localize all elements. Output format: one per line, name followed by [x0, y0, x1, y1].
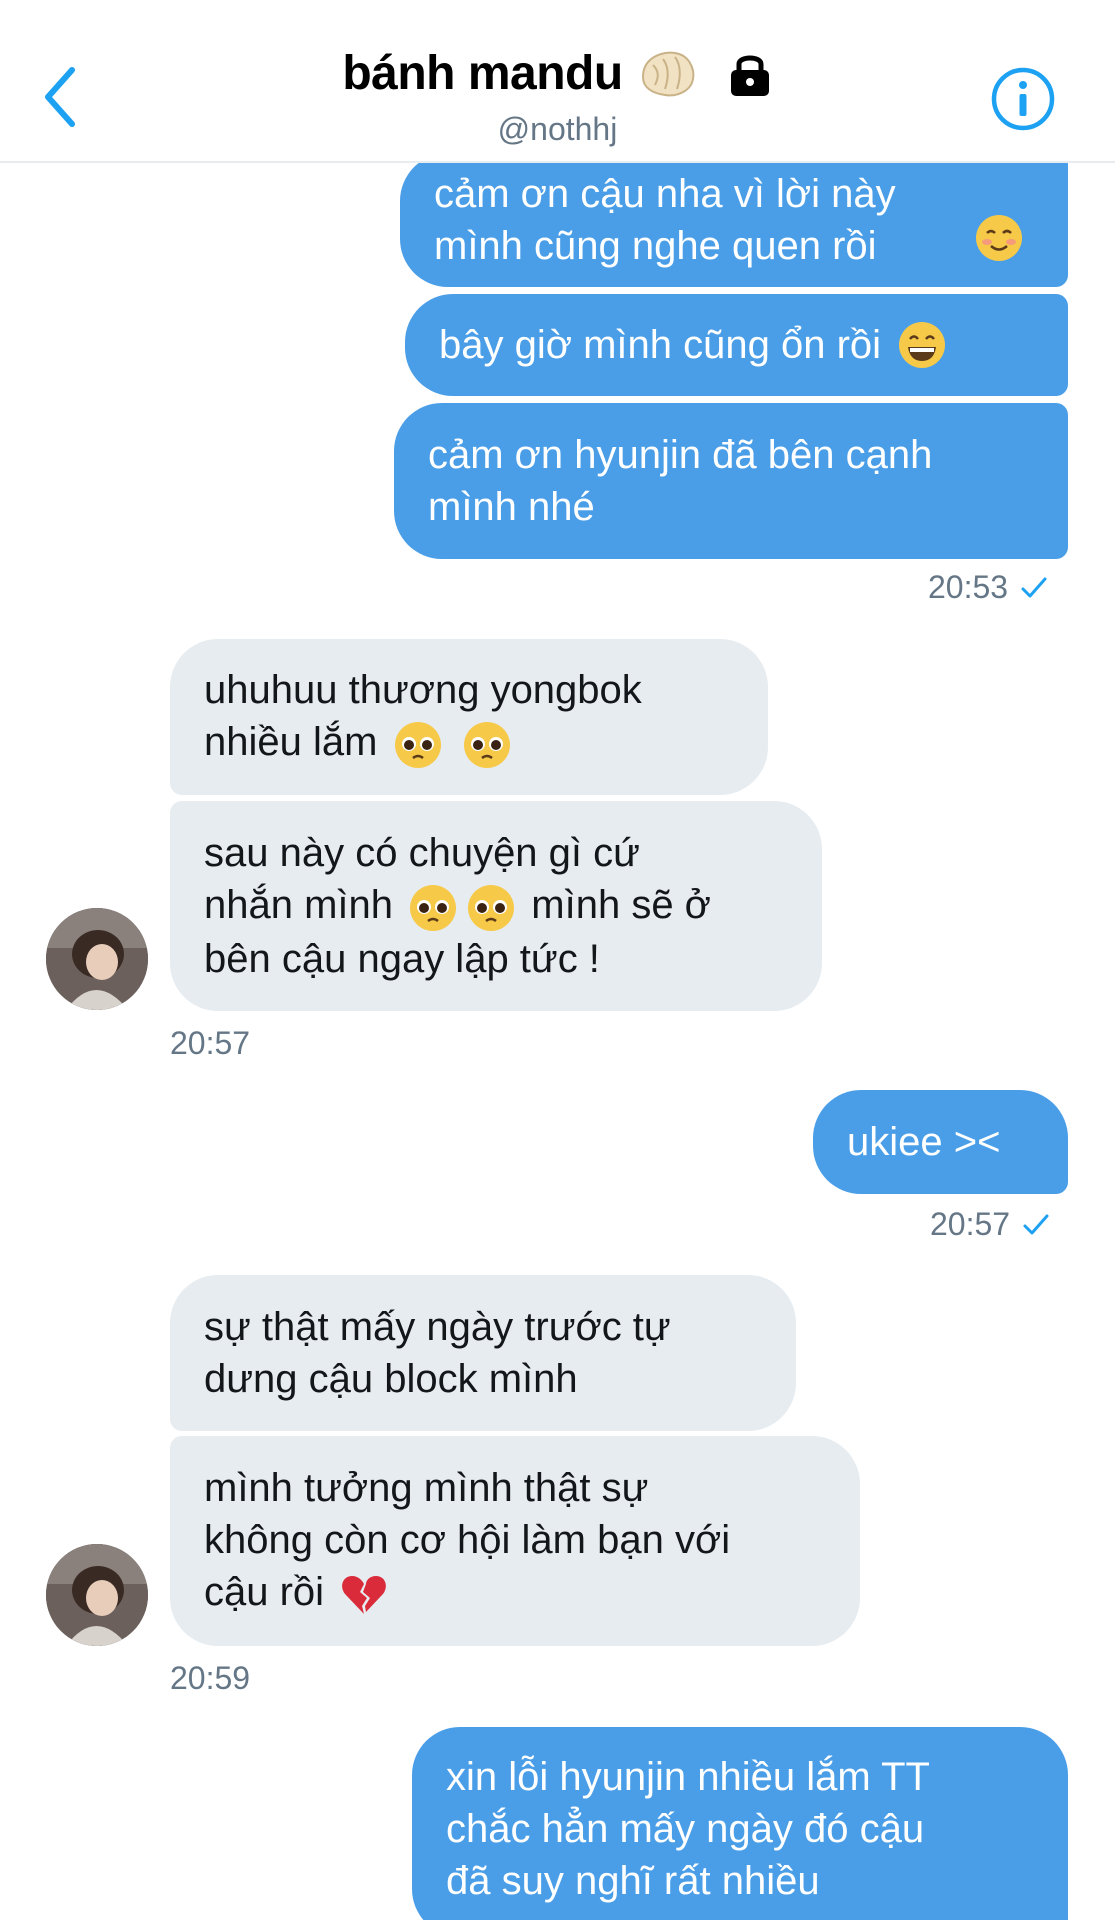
- message-bubble-received[interactable]: mình tưởng mình thật sự không còn cơ hội…: [170, 1436, 860, 1646]
- timestamp-text: 20:57: [170, 1025, 251, 1061]
- timestamp-text: 20:59: [170, 1660, 251, 1696]
- info-icon: [991, 67, 1055, 131]
- message-timestamp: 20:59: [170, 1660, 250, 1697]
- conversation-handle: @nothhj: [497, 111, 618, 147]
- message-text: bây giờ mình cũng ổn rồi: [439, 323, 882, 367]
- message-list[interactable]: cảm ơn cậu nha vì lời này mình cũng nghe…: [0, 163, 1115, 1920]
- message-text: ukiee ><: [847, 1120, 1001, 1164]
- message-timestamp: 20:57: [930, 1206, 1050, 1243]
- broken-heart-emoji-icon: [342, 1575, 387, 1614]
- pleading-face-emoji-icon: [463, 721, 510, 768]
- avatar[interactable]: [46, 908, 148, 1010]
- dumpling-icon: [641, 51, 695, 96]
- smiling-blush-emoji-icon: [976, 215, 1022, 261]
- message-text: mình tưởng mình thật sự không còn cơ hội…: [204, 1466, 731, 1615]
- message-text-wrap: mình tưởng mình thật sự không còn cơ hội…: [204, 1462, 730, 1619]
- lock-icon: [730, 55, 769, 96]
- timestamp-text: 20:57: [930, 1206, 1011, 1242]
- conversation-title-block[interactable]: bánh mandu @nothhj: [0, 46, 1115, 148]
- checkmark-icon: [1023, 1214, 1049, 1234]
- message-text: cảm ơn cậu nha vì lời này mình cũng nghe…: [434, 172, 896, 268]
- avatar[interactable]: [46, 1544, 148, 1646]
- message-text: bên cậu ngay lập tức !: [204, 936, 600, 981]
- pleading-face-emoji-icon: [468, 884, 515, 931]
- message-text: mình sẽ ở: [531, 883, 711, 928]
- message-bubble-sent[interactable]: cảm ơn cậu nha vì lời này mình cũng nghe…: [400, 163, 1068, 287]
- message-timestamp: 20:57: [170, 1025, 250, 1062]
- avatar-photo: [46, 908, 148, 1010]
- checkmark-icon: [1021, 577, 1047, 597]
- message-bubble-received[interactable]: uhuhuu thương yongbok nhiều lắm: [170, 639, 768, 795]
- conversation-name: bánh mandu: [342, 47, 623, 100]
- message-bubble-sent[interactable]: bây giờ mình cũng ổn rồi: [405, 294, 1068, 396]
- message-bubble-received[interactable]: sự thật mấy ngày trước tự dưng cậu block…: [170, 1275, 796, 1431]
- conversation-header: bánh mandu @nothhj: [0, 0, 1115, 163]
- info-button[interactable]: [990, 66, 1056, 132]
- message-timestamp: 20:53: [928, 569, 1048, 606]
- message-bubble-sent[interactable]: ukiee ><: [813, 1090, 1068, 1194]
- grinning-emoji-icon: [899, 322, 946, 368]
- conversation-title: bánh mandu: [342, 46, 772, 101]
- message-text: cảm ơn hyunjin đã bên cạnh mình nhé: [428, 433, 933, 529]
- message-bubble-sent[interactable]: xin lỗi hyunjin nhiều lắm TT chắc hẳn mấ…: [412, 1727, 1068, 1920]
- message-text-wrap: sau này có chuyện gì cứ nhắn mình mình s…: [204, 827, 788, 984]
- avatar-photo: [46, 1544, 148, 1646]
- message-bubble-received[interactable]: sau này có chuyện gì cứ nhắn mình mình s…: [170, 801, 822, 1011]
- message-text: xin lỗi hyunjin nhiều lắm TT chắc hẳn mấ…: [446, 1755, 930, 1903]
- pleading-face-emoji-icon: [394, 721, 441, 768]
- message-bubble-sent[interactable]: cảm ơn hyunjin đã bên cạnh mình nhé: [394, 403, 1068, 559]
- message-text: sự thật mấy ngày trước tự dưng cậu block…: [204, 1305, 671, 1401]
- pleading-face-emoji-icon: [410, 884, 457, 931]
- timestamp-text: 20:53: [928, 569, 1009, 605]
- message-text-wrap: uhuhuu thương yongbok nhiều lắm: [204, 664, 642, 769]
